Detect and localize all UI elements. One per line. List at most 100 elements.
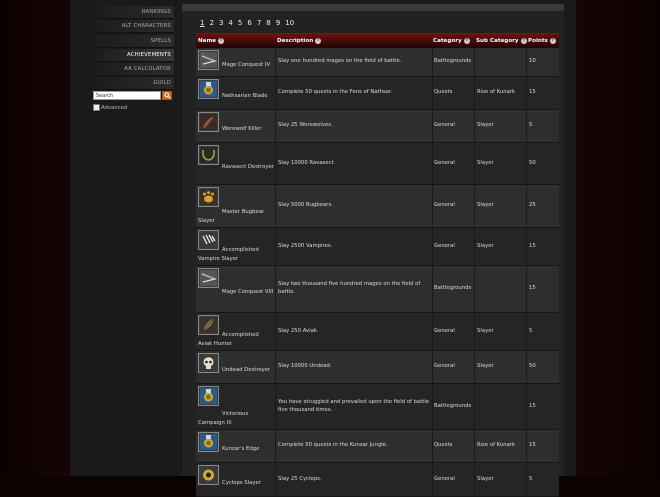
column-divider [474,266,475,312]
help-icon[interactable]: ? [549,37,556,44]
header-name-label: Name [198,38,217,44]
column-divider [474,463,475,496]
sidebar-item-aa-calculator[interactable]: AA CALCULATOR [96,63,174,77]
page-link[interactable]: 2 [209,19,213,27]
table-row[interactable]: Undead Destroyer Slay 10000 Undead. Genera… [196,351,559,384]
achievement-name[interactable]: Mage Conquest IV [198,61,274,70]
column-divider [432,463,433,496]
header-points[interactable]: Points? [528,34,556,48]
header-subcategory[interactable]: Sub Category? [476,34,527,48]
achievement-name[interactable]: Nathsarian Blade [198,92,274,101]
search-button[interactable] [162,91,172,100]
achievement-points: 15 [529,285,536,291]
advanced-checkbox[interactable] [93,104,100,111]
main-content: 1 2 3 4 5 6 7 8 9 10 Name? Description? Category?… [182,4,564,497]
achievement-category: General [434,202,455,208]
achievement-points: 5 [529,328,533,334]
table-row[interactable]: Master Bugbear Slayer Slay 5000 Bugbears.… [196,185,559,228]
page-link[interactable]: 6 [247,19,251,27]
header-points-label: Points [528,38,548,44]
column-divider [432,266,433,312]
table-row[interactable]: Nathsarian Blade Complete 50 quests in th… [196,77,559,110]
achievement-name[interactable]: Kunzar's Edge [198,445,274,454]
achievement-icon-box[interactable] [198,268,219,288]
table-row[interactable]: Ravasect Destroyer Slay 10000 Ravasect. Ge… [196,143,559,185]
sidebar-nav: RANKINGS ALT CHARACTERS SPELLS ACHIEVEME… [96,6,174,92]
page-link[interactable]: 3 [219,19,223,27]
achievement-points: 15 [529,89,536,95]
page-link[interactable]: 4 [228,19,232,27]
table-row[interactable]: Victorious Campaign IX You have struggled… [196,384,559,430]
achievement-name[interactable]: Mage Conquest VIII [198,288,274,297]
header-name[interactable]: Name? [198,34,225,48]
header-description[interactable]: Description? [277,34,322,48]
sidebar-item-rankings[interactable]: RANKINGS [96,6,174,19]
column-divider [526,313,527,350]
table-row[interactable]: Cyclops Slayer Slay 25 Cyclops. General Sla… [196,463,559,497]
column-divider [474,384,475,429]
table-row[interactable]: Accomplished Vampire Slayer Slay 2500 Vam… [196,228,559,266]
search-input[interactable] [93,91,161,100]
page-link[interactable]: 9 [276,19,280,27]
achievement-icon-box[interactable] [198,386,219,406]
table-row[interactable]: Accomplished Aviak Hunter Slay 250 Aviak.… [196,313,559,351]
column-divider [275,313,276,350]
table-row[interactable]: Mage Conquest VIII Slay two thousand five… [196,266,559,313]
achievement-points: 10 [529,58,536,64]
achievement-icon-box[interactable] [198,145,219,165]
pagination: 1 2 3 4 5 6 7 8 9 10 [200,19,299,27]
achievement-points: 15 [529,243,536,249]
column-divider [474,351,475,383]
help-icon[interactable]: ? [315,37,322,44]
header-category[interactable]: Category? [433,34,470,48]
sidebar-item-spells[interactable]: SPELLS [96,34,174,48]
column-divider [474,48,475,76]
achievement-category: Quests [434,89,453,95]
achievement-name[interactable]: Victorious Campaign IX [198,410,274,428]
column-divider [526,430,527,462]
column-divider [275,77,276,109]
achievement-description: You have struggled and prevailed upon th… [278,399,430,413]
achievement-name[interactable]: Accomplished Vampire Slayer [198,246,274,264]
achievement-name[interactable]: Ravasect Destroyer [198,163,274,172]
advanced-search-option[interactable]: Advanced [93,104,127,112]
help-icon[interactable]: ? [218,37,225,44]
achievement-name[interactable]: Werewolf Killer [198,125,274,134]
achievement-description: Slay 250 Aviak. [278,328,319,334]
column-divider [474,430,475,462]
sidebar-item-guild[interactable]: GUILD [96,77,174,91]
table-header: Name? Description? Category? Sub Categor… [196,33,559,48]
achievement-name[interactable]: Accomplished Aviak Hunter [198,331,274,349]
table-row[interactable]: Werewolf Killer Slay 25 Werewolves. Genera… [196,110,559,143]
page-link[interactable]: 10 [285,19,294,27]
page-edge-left [0,0,70,476]
sidebar-item-achievements[interactable]: ACHIEVEMENTS [96,48,174,62]
table-body: Mage Conquest IV Slay one hundred mages o… [196,48,559,497]
help-icon[interactable]: ? [463,37,470,44]
achievement-subcategory: Slayer [477,363,494,369]
search-box [93,91,173,100]
table-row[interactable]: Kunzar's Edge Complete 50 quests in the K… [196,430,559,463]
column-divider [474,77,475,109]
page-edge-right [576,0,660,476]
page-link[interactable]: 7 [257,19,261,27]
help-icon[interactable]: ? [520,37,527,44]
achievement-name[interactable]: Cyclops Slayer [198,479,274,488]
achievement-description: Slay 25 Cyclops. [278,476,322,482]
achievement-category: Battlegrounds [434,285,472,291]
achievement-subcategory: Slayer [477,202,494,208]
column-divider [474,143,475,184]
page-link[interactable]: 1 [200,19,204,27]
column-divider [432,143,433,184]
column-divider [526,463,527,496]
column-divider [275,110,276,142]
table-row[interactable]: Mage Conquest IV Slay one hundred mages o… [196,48,559,77]
page-link[interactable]: 8 [266,19,270,27]
page-link[interactable]: 5 [238,19,242,27]
achievement-name[interactable]: Master Bugbear Slayer [198,208,274,226]
column-divider [275,228,276,265]
achievement-category: General [434,243,455,249]
achievement-name[interactable]: Undead Destroyer [198,366,274,375]
sidebar-item-alt-characters[interactable]: ALT CHARACTERS [96,20,174,34]
achievement-icon-box[interactable] [198,187,219,207]
